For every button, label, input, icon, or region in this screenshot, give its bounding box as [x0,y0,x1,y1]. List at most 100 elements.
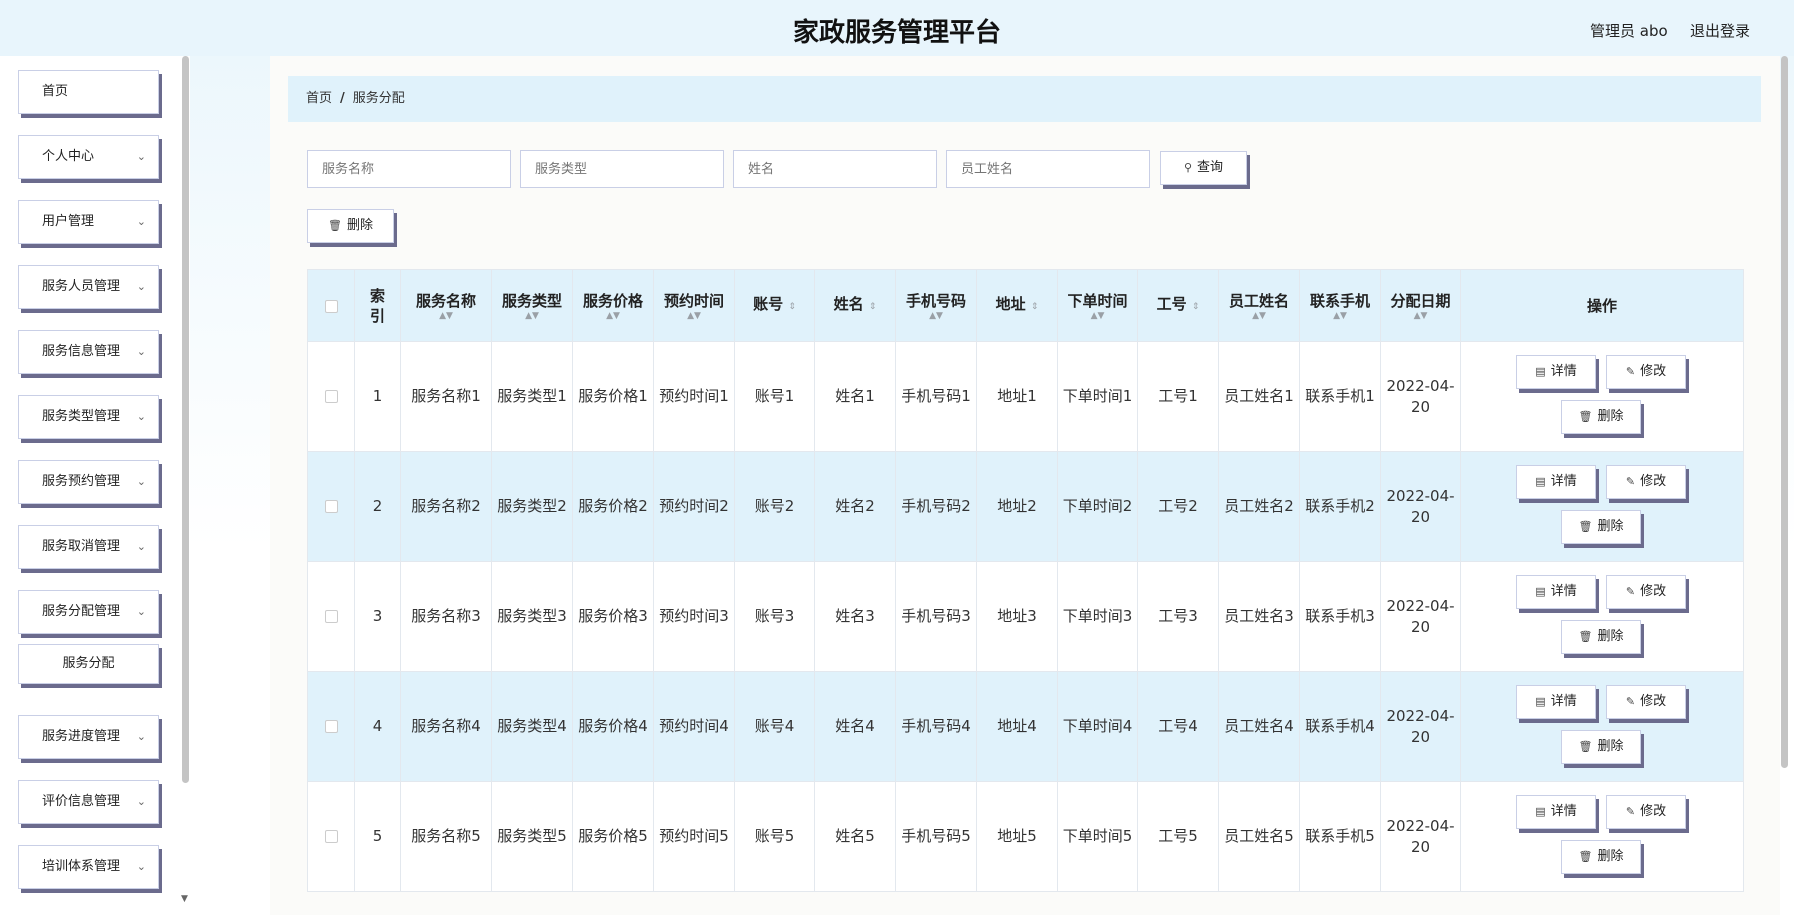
col-booking-time[interactable]: 预约时间 ▲▼ [653,269,735,342]
query-button[interactable]: ⚲ 查询 [1160,151,1247,185]
cell-address: 地址4 [976,671,1058,782]
row-delete-button[interactable]: 🗑 删除 [1561,729,1641,764]
sort-icon[interactable]: ▲▼ [401,311,491,321]
col-order-time[interactable]: 下单时间 ▲▼ [1057,269,1138,342]
sidebar-item-reviews[interactable]: 评价信息管理 ⌄ [18,780,159,824]
sidebar-item-assignment[interactable]: 服务分配管理 ⌄ [18,590,159,634]
edit-button[interactable]: ✎ 修改 [1606,574,1686,609]
col-index: 索引 [354,269,401,342]
chevron-down-icon: ⌄ [136,410,146,423]
cell-order-time: 下单时间2 [1057,451,1138,562]
sort-icon[interactable]: ▲▼ [1300,311,1380,321]
col-employee-name[interactable]: 员工姓名 ▲▼ [1218,269,1300,342]
table-header-row: 索引 服务名称 ▲▼ 服务类型 ▲▼ 服务价格 ▲▼ 预约时间 ▲▼ 账号 ⇕ 姓名 ⇕… [307,269,1744,342]
sidebar-item-label: 培训体系管理 [42,859,121,874]
breadcrumb-home[interactable]: 首页 [306,91,332,106]
edit-button[interactable]: ✎ 修改 [1606,684,1686,719]
sidebar-item-training[interactable]: 培训体系管理 ⌄ [18,845,159,889]
sort-icon[interactable]: ▲▼ [1219,311,1299,321]
sort-icon[interactable]: ▲▼ [492,311,572,321]
sidebar-item-profile[interactable]: 个人中心 ⌄ [18,135,159,179]
col-service-price[interactable]: 服务价格 ▲▼ [572,269,654,342]
sidebar-item-service-info[interactable]: 服务信息管理 ⌄ [18,330,159,374]
service-name-input[interactable] [307,150,511,188]
col-employee-no[interactable]: 工号 ⇕ [1137,269,1219,342]
table-row: 1 服务名称1 服务类型1 服务价格1 预约时间1 账号1 姓名1 手机号码1 地址1 下单时间1… [307,341,1744,452]
cell-account: 账号4 [734,671,815,782]
sort-icon[interactable]: ▲▼ [1058,311,1137,321]
col-service-type[interactable]: 服务类型 ▲▼ [491,269,573,342]
sidebar-subitem-assignment[interactable]: 服务分配 [18,644,159,684]
edit-button[interactable]: ✎ 修改 [1606,354,1686,389]
employee-name-input[interactable] [946,150,1150,188]
row-delete-button[interactable]: 🗑 删除 [1561,509,1641,544]
cell-index: 5 [354,781,401,892]
select-all-checkbox[interactable] [307,269,355,342]
customer-name-input[interactable] [733,150,937,188]
sort-icon[interactable]: ⇕ [1192,302,1200,312]
col-phone[interactable]: 手机号码 ▲▼ [895,269,977,342]
sidebar-item-booking[interactable]: 服务预约管理 ⌄ [18,460,159,504]
sidebar-item-service-type[interactable]: 服务类型管理 ⌄ [18,395,159,439]
sort-icon[interactable]: ▲▼ [1381,311,1460,321]
col-assign-date[interactable]: 分配日期 ▲▼ [1380,269,1461,342]
detail-button[interactable]: ▤ 详情 [1516,354,1596,389]
cell-name: 姓名2 [814,451,896,562]
cell-index: 4 [354,671,401,782]
detail-button[interactable]: ▤ 详情 [1516,464,1596,499]
pencil-icon: ✎ [1625,474,1636,488]
sort-icon[interactable]: ⇕ [788,302,796,312]
sidebar-item-staff[interactable]: 服务人员管理 ⌄ [18,265,159,309]
page-scrollbar[interactable] [1781,56,1788,768]
sidebar-item-label: 服务分配管理 [42,604,121,619]
col-account[interactable]: 账号 ⇕ [734,269,815,342]
row-checkbox[interactable] [307,561,355,672]
sidebar-scrollbar[interactable] [182,56,189,783]
row-checkbox[interactable] [307,451,355,562]
service-type-input[interactable] [520,150,724,188]
batch-delete-button[interactable]: 🗑 删除 [307,209,394,243]
cell-service-price: 服务价格3 [572,561,654,672]
col-service-name[interactable]: 服务名称 ▲▼ [400,269,492,342]
cell-phone: 手机号码1 [895,341,977,452]
row-checkbox[interactable] [307,341,355,452]
cell-actions: ▤ 详情 ✎ 修改 🗑 删除 [1460,561,1744,672]
col-name[interactable]: 姓名 ⇕ [814,269,896,342]
sidebar-item-label: 评价信息管理 [42,794,121,809]
cell-assign-date: 2022-04-20 [1380,561,1461,672]
sidebar-item-cancel[interactable]: 服务取消管理 ⌄ [18,525,159,569]
col-contact[interactable]: 联系手机 ▲▼ [1299,269,1381,342]
table-row: 5 服务名称5 服务类型5 服务价格5 预约时间5 账号5 姓名5 手机号码5 地址5 下单时间5… [307,781,1744,892]
sidebar-item-label: 服务取消管理 [42,539,121,554]
edit-button[interactable]: ✎ 修改 [1606,794,1686,829]
sort-icon[interactable]: ▲▼ [896,311,976,321]
cell-account: 账号2 [734,451,815,562]
cell-booking-time: 预约时间3 [653,561,735,672]
cell-address: 地址2 [976,451,1058,562]
detail-button[interactable]: ▤ 详情 [1516,794,1596,829]
sort-icon[interactable]: ⇕ [1031,302,1039,312]
detail-button[interactable]: ▤ 详情 [1516,574,1596,609]
chevron-down-icon: ⌄ [136,345,146,358]
cell-service-type: 服务类型3 [491,561,573,672]
row-delete-button[interactable]: 🗑 删除 [1561,839,1641,874]
sidebar-item-users[interactable]: 用户管理 ⌄ [18,200,159,244]
sidebar-item-home[interactable]: 首页 [18,70,159,114]
cell-contact: 联系手机5 [1299,781,1381,892]
edit-button[interactable]: ✎ 修改 [1606,464,1686,499]
chevron-down-icon: ⌄ [136,795,146,808]
logout-link[interactable]: 退出登录 [1690,20,1750,41]
sort-icon[interactable]: ▲▼ [573,311,653,321]
row-checkbox[interactable] [307,671,355,782]
cell-service-price: 服务价格1 [572,341,654,452]
row-checkbox[interactable] [307,781,355,892]
row-delete-button[interactable]: 🗑 删除 [1561,619,1641,654]
sort-icon[interactable]: ⇕ [869,302,877,312]
col-address[interactable]: 地址 ⇕ [976,269,1058,342]
sidebar-item-progress[interactable]: 服务进度管理 ⌄ [18,715,159,759]
sort-icon[interactable]: ▲▼ [654,311,734,321]
detail-button[interactable]: ▤ 详情 [1516,684,1596,719]
row-delete-button[interactable]: 🗑 删除 [1561,399,1641,434]
cell-employee-name: 员工姓名5 [1218,781,1300,892]
scroll-down-icon[interactable]: ▼ [181,894,188,904]
